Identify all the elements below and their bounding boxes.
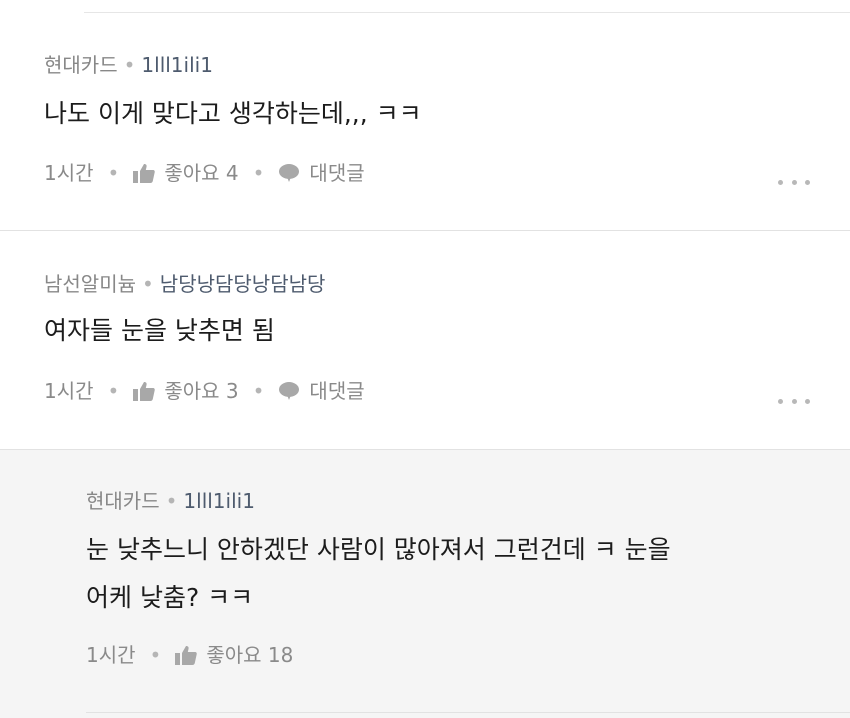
like-count: 3 bbox=[225, 379, 239, 403]
like-label: 좋아요 bbox=[206, 643, 262, 667]
like-button[interactable]: 좋아요 3 bbox=[133, 378, 239, 404]
timestamp: 1시간 bbox=[86, 643, 136, 667]
author-name[interactable]: 현대카드 bbox=[44, 53, 118, 77]
comment-meta: 현대카드 • 1lll1ili1 bbox=[44, 52, 213, 78]
meta-separator: • bbox=[123, 53, 136, 77]
author-name[interactable]: 남선알미늄 bbox=[44, 272, 136, 296]
like-count: 4 bbox=[225, 161, 239, 185]
reply-text-line: 어케 낮춤? ㅋㅋ bbox=[86, 583, 254, 612]
more-dots-icon bbox=[778, 179, 783, 185]
comment-item: 남선알미늄 • 남당낭담당낭담남당 여자들 눈을 낮추면 됨 1시간 • 좋아요 3… bbox=[0, 231, 850, 449]
thumbs-up-icon bbox=[133, 164, 156, 183]
reply-text: 눈 낮추느니 안하겠단 사람이 많아져서 그런건데 ㅋ 눈을 어케 낮춤? ㅋㅋ bbox=[86, 526, 671, 622]
reply-item: 현대카드 • 1lll1ili1 눈 낮추느니 안하겠단 사람이 많아져서 그런건데… bbox=[0, 450, 850, 718]
action-separator: • bbox=[252, 379, 265, 403]
top-divider bbox=[84, 12, 850, 13]
reply-label: 대댓글 bbox=[309, 379, 365, 403]
thumbs-up-icon bbox=[133, 382, 156, 401]
speech-bubble-icon bbox=[279, 164, 300, 182]
like-label: 좋아요 bbox=[164, 379, 220, 403]
reply-meta: 현대카드 • 1lll1ili1 bbox=[86, 488, 255, 514]
comment-item: 현대카드 • 1lll1ili1 나도 이게 맞다고 생각하는데,,, ㅋㅋ 1시간… bbox=[0, 14, 850, 230]
user-id[interactable]: 1lll1ili1 bbox=[141, 53, 213, 77]
comment-text-line: 나도 이게 맞다고 생각하는데,,, ㅋㅋ bbox=[44, 99, 422, 128]
reply-text-line: 눈 낮추느니 안하겠단 사람이 많아져서 그런건데 ㅋ 눈을 bbox=[86, 535, 671, 564]
reply-label: 대댓글 bbox=[309, 161, 365, 185]
like-button[interactable]: 좋아요 18 bbox=[175, 642, 293, 668]
reply-button[interactable]: 대댓글 bbox=[278, 160, 365, 186]
meta-separator: • bbox=[142, 272, 154, 296]
more-options-button[interactable] bbox=[778, 178, 810, 186]
comment-meta: 남선알미늄 • 남당낭담당낭담남당 bbox=[44, 271, 325, 297]
timestamp: 1시간 bbox=[44, 161, 94, 185]
timestamp: 1시간 bbox=[44, 379, 94, 403]
reply-actions: 1시간 • 좋아요 18 bbox=[86, 642, 293, 668]
bottom-divider bbox=[86, 712, 850, 713]
comment-text: 여자들 눈을 낮추면 됨 bbox=[44, 307, 275, 355]
action-separator: • bbox=[149, 643, 162, 667]
action-separator: • bbox=[252, 161, 265, 185]
comment-text: 나도 이게 맞다고 생각하는데,,, ㅋㅋ bbox=[44, 90, 422, 138]
comment-text-line: 여자들 눈을 낮추면 됨 bbox=[44, 316, 275, 345]
meta-separator: • bbox=[165, 489, 178, 513]
like-count: 18 bbox=[267, 643, 294, 667]
more-options-button[interactable] bbox=[778, 397, 810, 405]
action-separator: • bbox=[107, 161, 120, 185]
more-dots-icon bbox=[778, 398, 783, 404]
speech-bubble-icon bbox=[279, 382, 300, 400]
comment-actions: 1시간 • 좋아요 3 • 대댓글 bbox=[44, 378, 365, 404]
author-name[interactable]: 현대카드 bbox=[86, 489, 160, 513]
action-separator: • bbox=[107, 379, 120, 403]
comment-actions: 1시간 • 좋아요 4 • 대댓글 bbox=[44, 160, 365, 186]
thumbs-up-icon bbox=[175, 646, 198, 665]
reply-button[interactable]: 대댓글 bbox=[278, 378, 365, 404]
user-id[interactable]: 1lll1ili1 bbox=[183, 489, 255, 513]
like-label: 좋아요 bbox=[164, 161, 220, 185]
user-id[interactable]: 남당낭담당낭담남당 bbox=[160, 272, 326, 296]
like-button[interactable]: 좋아요 4 bbox=[133, 160, 239, 186]
